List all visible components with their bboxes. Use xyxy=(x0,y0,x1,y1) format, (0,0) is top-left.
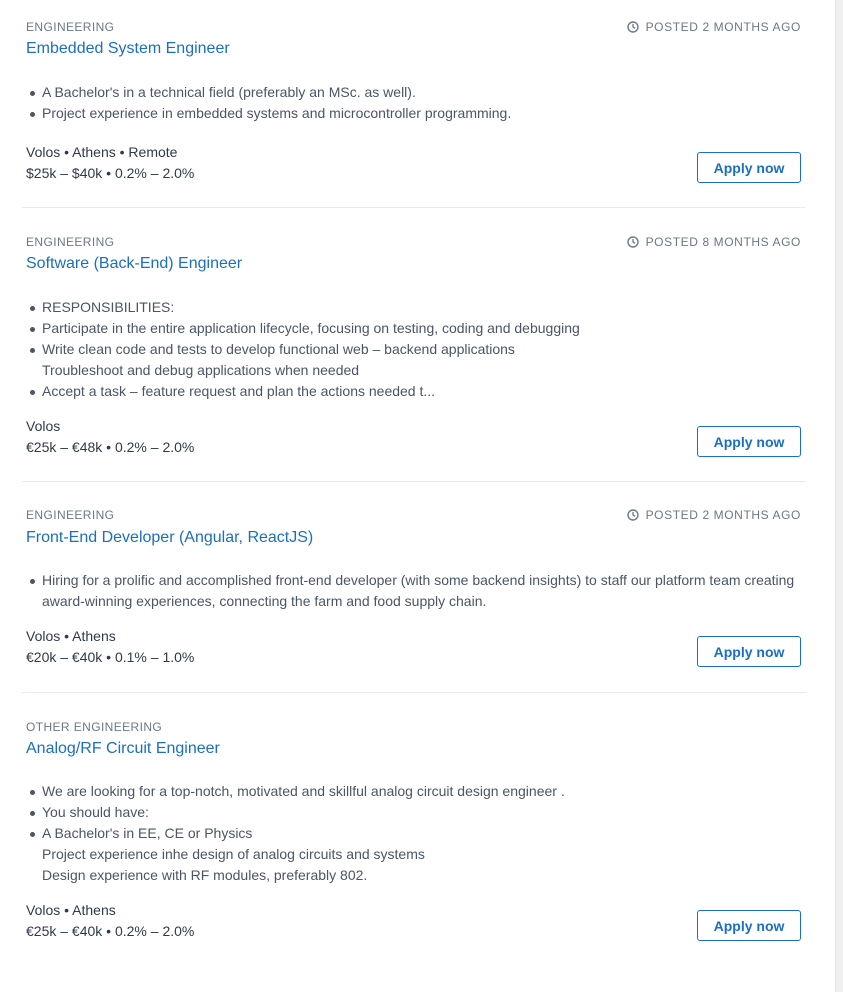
job-title-link[interactable]: Embedded System Engineer xyxy=(26,40,230,58)
posted-date: POSTED 8 MONTHS AGO xyxy=(626,235,801,249)
job-card: ENGINEERING POSTED 2 MONTHS AGO Front-En… xyxy=(22,482,806,693)
description-bullet: Project experience in embedded systems a… xyxy=(26,103,511,124)
job-title-link[interactable]: Front-End Developer (Angular, ReactJS) xyxy=(26,529,313,547)
description-line: Project experience inhe design of analog… xyxy=(42,846,425,862)
job-compensation: €25k – €48k • 0.2% – 2.0% xyxy=(26,439,195,455)
job-category: ENGINEERING xyxy=(26,20,115,34)
job-locations: Volos • Athens xyxy=(26,628,116,644)
apply-now-button[interactable]: Apply now xyxy=(697,910,801,941)
apply-now-button[interactable]: Apply now xyxy=(697,152,801,183)
job-compensation: $25k – $40k • 0.2% – 2.0% xyxy=(26,165,195,181)
job-locations: Volos xyxy=(26,418,61,434)
posted-label: POSTED 8 MONTHS AGO xyxy=(645,235,801,249)
job-description: Hiring for a prolific and accomplished f… xyxy=(26,570,794,612)
description-bullet: Accept a task – feature request and plan… xyxy=(26,381,580,402)
posted-date: POSTED 2 MONTHS AGO xyxy=(626,508,801,522)
description-bullet: Hiring for a prolific and accomplished f… xyxy=(26,570,794,591)
job-list: ENGINEERING POSTED 2 MONTHS AGO Embedded… xyxy=(22,0,806,992)
job-locations: Volos • Athens • Remote xyxy=(26,144,178,160)
job-description: A Bachelor's in a technical field (prefe… xyxy=(26,82,511,124)
job-title-link[interactable]: Analog/RF Circuit Engineer xyxy=(26,740,220,758)
job-compensation: €25k – €40k • 0.2% – 2.0% xyxy=(26,923,195,939)
description-bullet: RESPONSIBILITIES: xyxy=(26,297,580,318)
job-category: OTHER ENGINEERING xyxy=(26,720,163,734)
description-bullet: A Bachelor's in EE, CE or Physics xyxy=(26,823,565,844)
clock-icon xyxy=(626,509,639,521)
job-compensation: €20k – €40k • 0.1% – 1.0% xyxy=(26,649,195,665)
job-meta: Volos • Athens €20k – €40k • 0.1% – 1.0% xyxy=(26,626,194,668)
posted-label: POSTED 2 MONTHS AGO xyxy=(645,508,801,522)
apply-now-button[interactable]: Apply now xyxy=(697,636,801,667)
apply-now-button[interactable]: Apply now xyxy=(697,426,801,457)
scrollbar-track[interactable] xyxy=(835,0,843,992)
job-category: ENGINEERING xyxy=(26,508,115,522)
description-bullet: Write clean code and tests to develop fu… xyxy=(26,339,580,360)
posted-label: POSTED 2 MONTHS AGO xyxy=(645,20,801,34)
job-card: ENGINEERING POSTED 2 MONTHS AGO Embedded… xyxy=(22,0,806,208)
job-title-link[interactable]: Software (Back-End) Engineer xyxy=(26,255,242,273)
description-bullet: You should have: xyxy=(26,802,565,823)
description-line: award-winning experiences, connecting th… xyxy=(42,593,487,609)
description-bullet: We are looking for a top-notch, motivate… xyxy=(26,781,565,802)
job-description: RESPONSIBILITIES: Participate in the ent… xyxy=(26,297,580,402)
job-meta: Volos • Athens • Remote $25k – $40k • 0.… xyxy=(26,142,194,184)
job-card: ENGINEERING POSTED 8 MONTHS AGO Software… xyxy=(22,208,806,482)
description-bullet: Participate in the entire application li… xyxy=(26,318,580,339)
clock-icon xyxy=(626,236,639,248)
job-meta: Volos • Athens €25k – €40k • 0.2% – 2.0% xyxy=(26,900,194,942)
clock-icon xyxy=(626,21,639,33)
job-description: We are looking for a top-notch, motivate… xyxy=(26,781,565,886)
job-card: OTHER ENGINEERING Analog/RF Circuit Engi… xyxy=(22,693,806,992)
job-category: ENGINEERING xyxy=(26,235,115,249)
job-locations: Volos • Athens xyxy=(26,902,116,918)
description-line: Design experience with RF modules, prefe… xyxy=(42,867,368,883)
job-meta: Volos €25k – €48k • 0.2% – 2.0% xyxy=(26,416,194,458)
description-line: Troubleshoot and debug applications when… xyxy=(42,362,360,378)
posted-date: POSTED 2 MONTHS AGO xyxy=(626,20,801,34)
description-bullet: A Bachelor's in a technical field (prefe… xyxy=(26,82,511,103)
